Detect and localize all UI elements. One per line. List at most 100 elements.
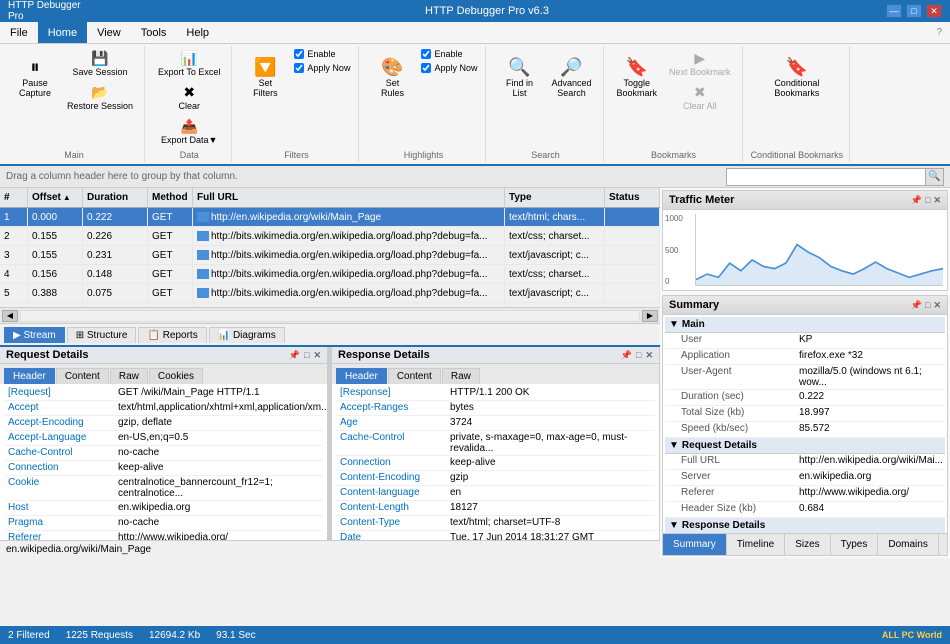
- cell-method: GET: [148, 265, 193, 283]
- tab-structure[interactable]: ⊞ Structure: [67, 327, 137, 343]
- request-detail-row: Accept-Encoding gzip, deflate: [4, 416, 323, 431]
- summary-section-header[interactable]: ▼Main: [665, 317, 945, 333]
- help-icon[interactable]: ?: [936, 27, 950, 38]
- toggle-bookmark-button[interactable]: 🔖 Toggle Bookmark: [612, 48, 663, 108]
- resp-key: Accept-Ranges: [336, 401, 446, 415]
- ribbon-data-sub: 📊 Export To Excel ✖ Clear 📤 Export Data▼: [153, 48, 225, 148]
- apply-now-hl-input[interactable]: [421, 63, 431, 73]
- req-float-icon[interactable]: □: [304, 350, 309, 361]
- req-key: [Request]: [4, 386, 114, 400]
- export-excel-button[interactable]: 📊 Export To Excel: [153, 48, 225, 80]
- tab-reports[interactable]: 📋 Reports: [138, 327, 206, 343]
- apply-now-filter-check[interactable]: Apply Now: [292, 62, 352, 74]
- enable-hl-check[interactable]: Enable: [419, 48, 479, 60]
- structure-icon: ⊞: [76, 330, 87, 341]
- summary-section-header[interactable]: ▼Response Details: [665, 518, 945, 533]
- col-header-duration[interactable]: Duration: [83, 188, 148, 207]
- clear-all-bookmarks-button[interactable]: ✖ Clear All: [664, 82, 736, 114]
- grid-row[interactable]: 1 0.000 0.222 GET http://en.wikipedia.or…: [0, 208, 660, 227]
- summary-tab-durations[interactable]: Durations: [939, 534, 948, 555]
- scroll-left-button[interactable]: ◀: [2, 310, 18, 322]
- summary-controls: 📌 □ ✕: [911, 300, 941, 311]
- grid-row[interactable]: 3 0.155 0.231 GET http://bits.wikimedia.…: [0, 246, 660, 265]
- resp-tab-raw[interactable]: Raw: [442, 368, 480, 384]
- minimize-button[interactable]: —: [886, 4, 902, 18]
- enable-filter-input[interactable]: [294, 49, 304, 59]
- conditional-bookmarks-button[interactable]: 🔖 Conditional Bookmarks: [769, 48, 824, 108]
- apply-now-filter-input[interactable]: [294, 63, 304, 73]
- traffic-float-icon[interactable]: □: [925, 195, 930, 206]
- menu-tools[interactable]: Tools: [131, 22, 177, 43]
- summary-float-icon[interactable]: □: [925, 300, 930, 311]
- pause-capture-button[interactable]: ⏸ Pause Capture: [10, 48, 60, 108]
- save-session-button[interactable]: 💾 Save Session: [62, 48, 138, 80]
- traffic-pin-icon[interactable]: 📌: [911, 195, 922, 206]
- menu-help[interactable]: Help: [176, 22, 219, 43]
- resp-key: Content-Type: [336, 516, 446, 530]
- summary-section-header[interactable]: ▼Request Details: [665, 438, 945, 454]
- req-tab-content[interactable]: Content: [56, 368, 109, 384]
- response-tabs: Header Content Raw: [332, 364, 659, 384]
- resp-tab-content[interactable]: Content: [388, 368, 441, 384]
- stream-icon: ▶: [13, 330, 23, 341]
- traffic-close-icon[interactable]: ✕: [933, 195, 941, 206]
- summary-val: 85.572: [795, 422, 945, 437]
- col-header-status[interactable]: Status: [605, 188, 660, 207]
- req-tab-raw[interactable]: Raw: [110, 368, 148, 384]
- restore-session-button[interactable]: 📂 Restore Session: [62, 82, 138, 114]
- enable-filter-check[interactable]: Enable: [292, 48, 352, 60]
- highlights-checks: Enable Apply Now: [419, 48, 479, 74]
- maximize-button[interactable]: □: [906, 4, 922, 18]
- req-tab-header[interactable]: Header: [4, 368, 55, 384]
- next-bookmark-button[interactable]: ▶ Next Bookmark: [664, 48, 736, 80]
- cell-type: text/html; chars...: [505, 208, 605, 226]
- find-in-list-button[interactable]: 🔍 Find in List: [494, 48, 544, 108]
- apply-now-hl-check[interactable]: Apply Now: [419, 62, 479, 74]
- req-pin-icon[interactable]: 📌: [289, 350, 300, 361]
- resp-close-icon[interactable]: ✕: [645, 350, 653, 361]
- summary-key: Header Size (kb): [665, 502, 795, 517]
- set-rules-button[interactable]: 🎨 Set Rules: [367, 48, 417, 108]
- advanced-search-button[interactable]: 🔎 Advanced Search: [546, 48, 596, 108]
- cell-duration: 0.226: [83, 227, 148, 245]
- grid-row[interactable]: 4 0.156 0.148 GET http://bits.wikimedia.…: [0, 265, 660, 284]
- grid-row[interactable]: 2 0.155 0.226 GET http://bits.wikimedia.…: [0, 227, 660, 246]
- ribbon-cond-label: Conditional Bookmarks: [751, 148, 844, 160]
- search-button[interactable]: 🔍: [926, 168, 944, 186]
- resp-tab-header[interactable]: Header: [336, 368, 387, 384]
- export-data-button[interactable]: 📤 Export Data▼: [153, 116, 225, 148]
- close-button[interactable]: ✕: [926, 4, 942, 18]
- enable-hl-input[interactable]: [421, 49, 431, 59]
- summary-tab-types[interactable]: Types: [831, 534, 879, 555]
- search-input[interactable]: [726, 168, 926, 186]
- resp-float-icon[interactable]: □: [636, 350, 641, 361]
- req-close-icon[interactable]: ✕: [313, 350, 321, 361]
- summary-tab-domains[interactable]: Domains: [878, 534, 938, 555]
- summary-tab-summary[interactable]: Summary: [663, 534, 727, 555]
- url-icon: [197, 250, 209, 260]
- summary-close-icon[interactable]: ✕: [933, 300, 941, 311]
- menu-view[interactable]: View: [87, 22, 131, 43]
- col-header-offset[interactable]: Offset▲: [28, 188, 83, 207]
- tab-diagrams[interactable]: 📊 Diagrams: [209, 327, 285, 343]
- menu-home[interactable]: Home: [38, 22, 87, 43]
- summary-tab-timeline[interactable]: Timeline: [727, 534, 785, 555]
- col-header-url[interactable]: Full URL: [193, 188, 505, 207]
- grid-row[interactable]: 5 0.388 0.075 GET http://bits.wikimedia.…: [0, 284, 660, 303]
- tab-stream[interactable]: ▶ Stream: [4, 327, 65, 343]
- scroll-right-button[interactable]: ▶: [642, 310, 658, 322]
- req-tab-cookies[interactable]: Cookies: [149, 368, 203, 384]
- request-detail-row: Cache-Control no-cache: [4, 446, 323, 461]
- resp-pin-icon[interactable]: 📌: [621, 350, 632, 361]
- col-header-type[interactable]: Type: [505, 188, 605, 207]
- set-filters-button[interactable]: 🔽 Set Filters: [240, 48, 290, 108]
- request-tabs: Header Content Raw Cookies: [0, 364, 327, 384]
- clear-button[interactable]: ✖ Clear: [153, 82, 225, 114]
- summary-tab-sizes[interactable]: Sizes: [785, 534, 830, 555]
- col-header-method[interactable]: Method: [148, 188, 193, 207]
- resp-key: Cache-Control: [336, 431, 446, 455]
- col-header-num[interactable]: #: [0, 188, 28, 207]
- summary-pin-icon[interactable]: 📌: [911, 300, 922, 311]
- menu-file[interactable]: File: [0, 22, 38, 43]
- grid-body[interactable]: 1 0.000 0.222 GET http://en.wikipedia.or…: [0, 208, 660, 307]
